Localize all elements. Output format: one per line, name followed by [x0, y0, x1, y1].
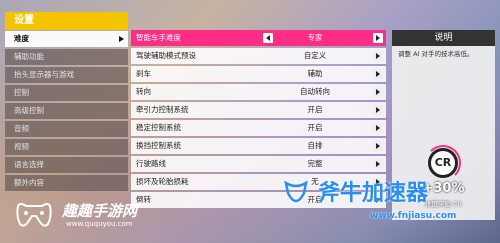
menu-title: 设置 — [5, 12, 128, 30]
menu-item-audio[interactable]: 音频 — [5, 121, 128, 137]
setting-value: 辅助 — [307, 69, 323, 78]
menu-item-extra-content[interactable]: 额外内容 — [5, 175, 128, 191]
setting-label: 倒转 — [136, 195, 151, 204]
cr-badge-icon: CR — [428, 148, 458, 178]
setting-value: 自动转向 — [300, 87, 330, 96]
setting-label: 换挡控制系统 — [136, 141, 181, 150]
setting-label: 稳定控制系统 — [136, 123, 181, 132]
menu-item-accessibility[interactable]: 辅助功能 — [5, 49, 128, 65]
settings-menu: 难度 辅助功能 抬头显示器与游戏 控制 高级控制 音频 视频 语言选择 额外内容 — [5, 31, 128, 193]
setting-label: 刹车 — [136, 69, 151, 78]
arrow-right-icon[interactable] — [373, 159, 383, 169]
setting-row-assist-preset[interactable]: 驾驶辅助模式预设 自定义 — [131, 48, 386, 64]
setting-value: 开启 — [307, 105, 323, 114]
watermark-left-brand: 趣趣手游网 — [62, 202, 138, 220]
setting-row-steering[interactable]: 转向 自动转向 — [131, 84, 386, 100]
setting-row-driving-line[interactable]: 行驶路线 完整 — [131, 156, 386, 172]
arrow-right-icon[interactable] — [373, 87, 383, 97]
setting-label: 智能车手难度 — [136, 33, 181, 42]
setting-label: 损坏及轮胎损耗 — [136, 177, 189, 186]
gamepad-logo-icon — [16, 203, 52, 227]
arrow-right-icon[interactable] — [373, 123, 383, 133]
arrow-right-icon[interactable] — [373, 141, 383, 151]
menu-item-controls[interactable]: 控制 — [5, 85, 128, 101]
watermark-right-brand: 斧牛加速器 — [318, 181, 429, 206]
menu-item-video[interactable]: 视频 — [5, 139, 128, 155]
setting-label: 行驶路线 — [136, 159, 166, 168]
menu-item-hud-gameplay[interactable]: 抬头显示器与游戏 — [5, 67, 128, 83]
setting-row-braking[interactable]: 刹车 辅助 — [131, 66, 386, 82]
arrow-right-icon[interactable] — [373, 69, 383, 79]
arrow-right-icon[interactable] — [373, 33, 383, 43]
setting-label: 驾驶辅助模式预设 — [136, 51, 196, 60]
setting-value: 开启 — [307, 123, 323, 132]
description-text: 调整 AI 对手的技术高低。 — [398, 50, 474, 58]
setting-value: 自排 — [307, 141, 323, 150]
setting-value: 完整 — [307, 159, 323, 168]
arrow-right-icon[interactable] — [373, 51, 383, 61]
menu-item-advanced-controls[interactable]: 高级控制 — [5, 103, 128, 119]
watermark-left-url: www.ququyou.com — [66, 220, 133, 228]
ox-logo-icon — [284, 180, 308, 203]
setting-row-ai-difficulty[interactable]: 智能车手难度 专家 — [131, 30, 386, 46]
setting-row-traction-control[interactable]: 牵引力控制系统 开启 — [131, 102, 386, 118]
setting-row-stability-control[interactable]: 稳定控制系统 开启 — [131, 120, 386, 136]
setting-label: 转向 — [136, 87, 151, 96]
setting-label: 牵引力控制系统 — [136, 105, 189, 114]
arrow-right-icon[interactable] — [373, 105, 383, 115]
menu-item-difficulty[interactable]: 难度 — [5, 31, 128, 47]
menu-item-language[interactable]: 语言选择 — [5, 157, 128, 173]
description-title: 说明 — [392, 30, 495, 46]
watermark-right-url: www.fnjiasu.com — [370, 211, 457, 221]
setting-value: 专家 — [307, 33, 323, 42]
setting-value: 自定义 — [303, 51, 327, 60]
setting-row-shifting[interactable]: 换挡控制系统 自排 — [131, 138, 386, 154]
